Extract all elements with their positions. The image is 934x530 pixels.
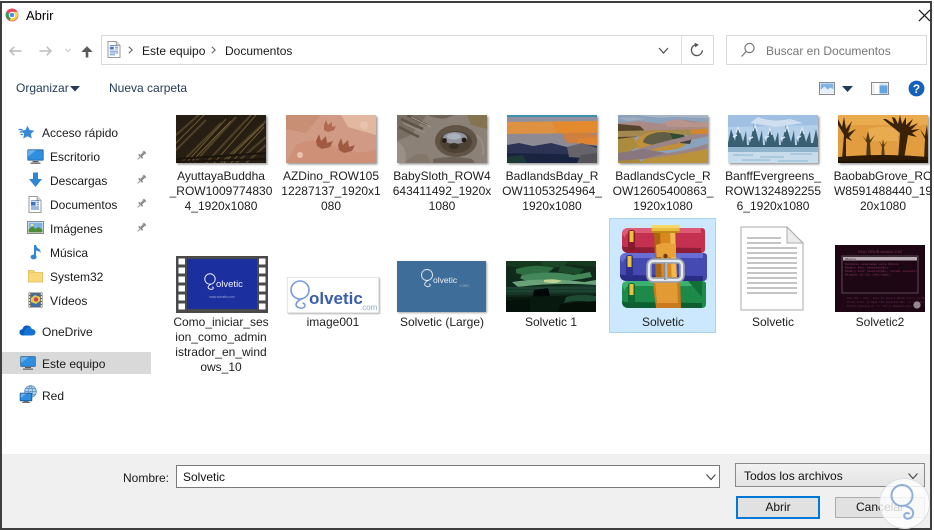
svg-text:Windows 10 (on /dev/sda1): Windows 10 (on /dev/sda1): [845, 273, 890, 277]
svg-text:Ubuntu: Ubuntu: [845, 257, 856, 261]
svg-text:Memory test (memtest86+, seria: Memory test (memtest86+, serial console): [845, 269, 917, 273]
svg-text:?: ?: [913, 82, 920, 96]
svg-text:www.solvetic.com: www.solvetic.com: [209, 295, 234, 299]
svg-text:olvetic: olvetic: [433, 275, 458, 285]
svg-text:.com: .com: [360, 303, 378, 312]
svg-text:Use the ↑ and ↓ keys to select: Use the ↑ and ↓ keys to select which ent…: [847, 296, 925, 300]
svg-text:Press enter to boot the select: Press enter to boot the selected OS, 'e'…: [847, 300, 925, 304]
svg-text:before booting or 'c' for a co: before booting or 'c' for a command-line…: [847, 304, 913, 308]
svg-text:GNU GRUB version 2.02: GNU GRUB version 2.02: [858, 249, 903, 254]
svg-text:Memory test (memtest86+): Memory test (memtest86+): [845, 266, 888, 270]
svg-text:.com: .com: [459, 283, 469, 288]
svg-text:Opciones avanzadas para Ubuntu: Opciones avanzadas para Ubuntu: [845, 262, 899, 266]
svg-text:olvetic: olvetic: [216, 279, 243, 290]
svg-text:olvetic: olvetic: [309, 289, 363, 308]
